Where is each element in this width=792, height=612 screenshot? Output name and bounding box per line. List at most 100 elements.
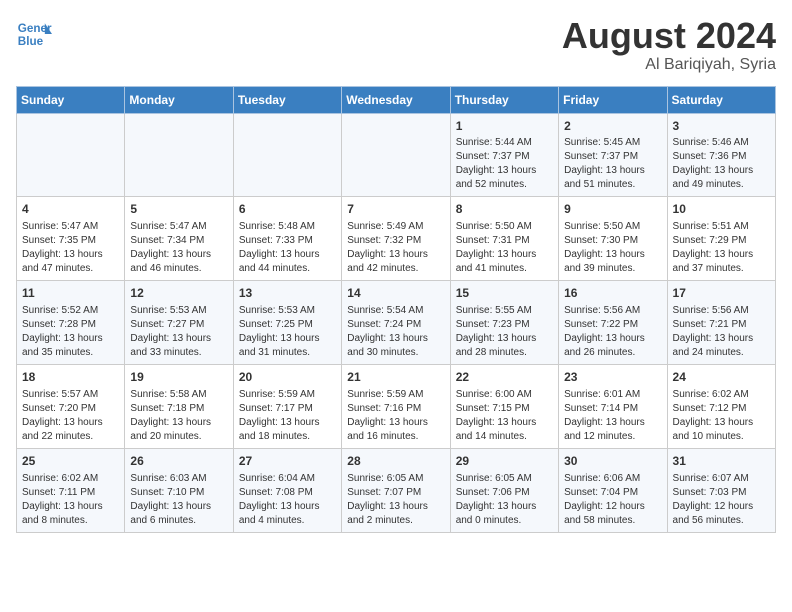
calendar-cell: 18 Sunrise: 5:57 AM Sunset: 7:20 PM Dayli… [17,364,125,448]
day-number: 10 [673,201,770,218]
day-number: 25 [22,453,119,470]
day-info: Sunrise: 5:48 AM Sunset: 7:33 PM Dayligh… [239,220,336,276]
calendar-cell: 12Sunrise: 5:53 AM Sunset: 7:27 PM Dayli… [125,281,233,365]
weekday-header-sunday: Sunday [17,86,125,113]
calendar-cell: 9 Sunrise: 5:50 AM Sunset: 7:30 PM Daylig… [559,197,667,281]
day-info: Sunrise: 6:04 AM Sunset: 7:08 PM Dayligh… [239,472,336,528]
calendar-cell: 7Sunrise: 5:49 AM Sunset: 7:32 PM Daylig… [342,197,450,281]
calendar-week-5: 25Sunrise: 6:02 AM Sunset: 7:11 PM Dayli… [17,448,776,532]
day-info: Sunrise: 6:01 AM Sunset: 7:14 PM Dayligh… [564,388,661,444]
calendar-cell: 3Sunrise: 5:46 AM Sunset: 7:36 PM Daylig… [667,113,775,197]
day-number: 14 [347,285,444,302]
day-info: Sunrise: 5:53 AM Sunset: 7:25 PM Dayligh… [239,304,336,360]
day-info: Sunrise: 5:47 AM Sunset: 7:35 PM Dayligh… [22,220,119,276]
calendar-table: SundayMondayTuesdayWednesdayThursdayFrid… [16,86,776,533]
logo: General Blue [16,16,52,52]
weekday-header-friday: Friday [559,86,667,113]
calendar-cell: 15 Sunrise: 5:55 AM Sunset: 7:23 PM Dayli… [450,281,558,365]
calendar-cell: 30 Sunrise: 6:06 AM Sunset: 7:04 PM Dayli… [559,448,667,532]
day-number: 9 [564,201,661,218]
day-info: Sunrise: 5:51 AM Sunset: 7:29 PM Dayligh… [673,220,770,276]
calendar-cell: 5 Sunrise: 5:47 AM Sunset: 7:34 PM Daylig… [125,197,233,281]
day-number: 20 [239,369,336,386]
calendar-cell: 21 Sunrise: 5:59 AM Sunset: 7:16 PM Dayli… [342,364,450,448]
calendar-cell: 28Sunrise: 6:05 AM Sunset: 7:07 PM Dayli… [342,448,450,532]
calendar-cell: 1Sunrise: 5:44 AM Sunset: 7:37 PM Daylig… [450,113,558,197]
day-number: 27 [239,453,336,470]
day-info: Sunrise: 6:06 AM Sunset: 7:04 PM Dayligh… [564,472,661,528]
main-title: August 2024 [562,16,776,56]
day-info: Sunrise: 6:03 AM Sunset: 7:10 PM Dayligh… [130,472,227,528]
logo-icon: General Blue [16,16,52,52]
calendar-body: 1Sunrise: 5:44 AM Sunset: 7:37 PM Daylig… [17,113,776,532]
calendar-cell: 17 Sunrise: 5:56 AM Sunset: 7:21 PM Dayli… [667,281,775,365]
weekday-header-tuesday: Tuesday [233,86,341,113]
calendar-cell: 27 Sunrise: 6:04 AM Sunset: 7:08 PM Dayli… [233,448,341,532]
day-number: 21 [347,369,444,386]
day-number: 17 [673,285,770,302]
calendar-cell: 24Sunrise: 6:02 AM Sunset: 7:12 PM Dayli… [667,364,775,448]
calendar-cell: 31Sunrise: 6:07 AM Sunset: 7:03 PM Dayli… [667,448,775,532]
calendar-cell: 25Sunrise: 6:02 AM Sunset: 7:11 PM Dayli… [17,448,125,532]
weekday-header-row: SundayMondayTuesdayWednesdayThursdayFrid… [17,86,776,113]
weekday-header-monday: Monday [125,86,233,113]
title-block: August 2024 Al Bariqiyah, Syria [562,16,776,74]
calendar-cell: 26 Sunrise: 6:03 AM Sunset: 7:10 PM Dayli… [125,448,233,532]
sub-title: Al Bariqiyah, Syria [562,56,776,74]
day-info: Sunrise: 5:55 AM Sunset: 7:23 PM Dayligh… [456,304,553,360]
calendar-cell: 2Sunrise: 5:45 AM Sunset: 7:37 PM Daylig… [559,113,667,197]
day-info: Sunrise: 6:07 AM Sunset: 7:03 PM Dayligh… [673,472,770,528]
calendar-week-4: 18 Sunrise: 5:57 AM Sunset: 7:20 PM Dayli… [17,364,776,448]
calendar-cell: 4 Sunrise: 5:47 AM Sunset: 7:35 PM Daylig… [17,197,125,281]
day-info: Sunrise: 6:02 AM Sunset: 7:12 PM Dayligh… [673,388,770,444]
calendar-cell: 13 Sunrise: 5:53 AM Sunset: 7:25 PM Dayli… [233,281,341,365]
day-number: 11 [22,285,119,302]
day-info: Sunrise: 5:54 AM Sunset: 7:24 PM Dayligh… [347,304,444,360]
day-number: 15 [456,285,553,302]
day-info: Sunrise: 6:05 AM Sunset: 7:07 PM Dayligh… [347,472,444,528]
day-number: 26 [130,453,227,470]
day-number: 4 [22,201,119,218]
day-info: Sunrise: 5:50 AM Sunset: 7:31 PM Dayligh… [456,220,553,276]
day-info: Sunrise: 5:49 AM Sunset: 7:32 PM Dayligh… [347,220,444,276]
day-number: 19 [130,369,227,386]
day-info: Sunrise: 5:58 AM Sunset: 7:18 PM Dayligh… [130,388,227,444]
day-info: Sunrise: 5:44 AM Sunset: 7:37 PM Dayligh… [456,136,553,192]
day-info: Sunrise: 5:47 AM Sunset: 7:34 PM Dayligh… [130,220,227,276]
calendar-cell: 29 Sunrise: 6:05 AM Sunset: 7:06 PM Dayli… [450,448,558,532]
calendar-cell: 19 Sunrise: 5:58 AM Sunset: 7:18 PM Dayli… [125,364,233,448]
day-number: 16 [564,285,661,302]
calendar-week-2: 4 Sunrise: 5:47 AM Sunset: 7:35 PM Daylig… [17,197,776,281]
day-number: 22 [456,369,553,386]
day-number: 30 [564,453,661,470]
day-info: Sunrise: 6:00 AM Sunset: 7:15 PM Dayligh… [456,388,553,444]
calendar-cell: 14 Sunrise: 5:54 AM Sunset: 7:24 PM Dayli… [342,281,450,365]
day-number: 3 [673,118,770,135]
calendar-cell: 8Sunrise: 5:50 AM Sunset: 7:31 PM Daylig… [450,197,558,281]
day-number: 6 [239,201,336,218]
calendar-cell [342,113,450,197]
day-info: Sunrise: 5:52 AM Sunset: 7:28 PM Dayligh… [22,304,119,360]
day-number: 1 [456,118,553,135]
day-info: Sunrise: 5:59 AM Sunset: 7:17 PM Dayligh… [239,388,336,444]
day-number: 23 [564,369,661,386]
day-number: 18 [22,369,119,386]
day-info: Sunrise: 5:59 AM Sunset: 7:16 PM Dayligh… [347,388,444,444]
day-info: Sunrise: 5:56 AM Sunset: 7:21 PM Dayligh… [673,304,770,360]
day-info: Sunrise: 5:53 AM Sunset: 7:27 PM Dayligh… [130,304,227,360]
calendar-cell: 6 Sunrise: 5:48 AM Sunset: 7:33 PM Daylig… [233,197,341,281]
day-info: Sunrise: 6:05 AM Sunset: 7:06 PM Dayligh… [456,472,553,528]
day-number: 5 [130,201,227,218]
weekday-header-thursday: Thursday [450,86,558,113]
calendar-cell [233,113,341,197]
day-info: Sunrise: 5:57 AM Sunset: 7:20 PM Dayligh… [22,388,119,444]
day-info: Sunrise: 5:56 AM Sunset: 7:22 PM Dayligh… [564,304,661,360]
day-number: 29 [456,453,553,470]
day-info: Sunrise: 5:50 AM Sunset: 7:30 PM Dayligh… [564,220,661,276]
calendar-cell: 10 Sunrise: 5:51 AM Sunset: 7:29 PM Dayli… [667,197,775,281]
calendar-cell: 22 Sunrise: 6:00 AM Sunset: 7:15 PM Dayli… [450,364,558,448]
day-number: 13 [239,285,336,302]
day-info: Sunrise: 5:46 AM Sunset: 7:36 PM Dayligh… [673,136,770,192]
weekday-header-saturday: Saturday [667,86,775,113]
day-info: Sunrise: 5:45 AM Sunset: 7:37 PM Dayligh… [564,136,661,192]
